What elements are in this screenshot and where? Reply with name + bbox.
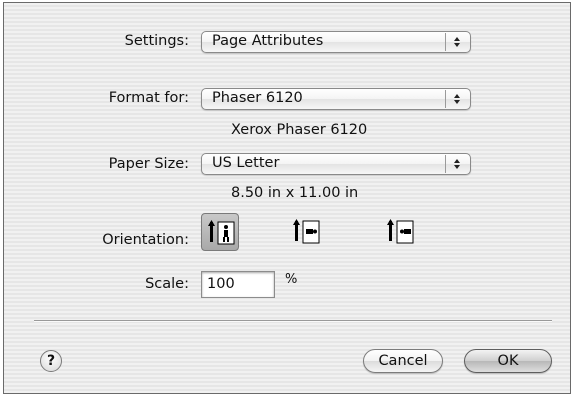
settings-label: Settings:	[124, 33, 189, 49]
settings-popup-value: Page Attributes	[212, 33, 324, 49]
landscape-right-orientation-icon	[387, 219, 414, 244]
printer-description: Xerox Phaser 6120	[231, 122, 368, 138]
page-setup-dialog: Settings: Page Attributes Format for: Ph…	[3, 2, 571, 394]
popup-arrows-icon	[445, 90, 468, 108]
orientation-label: Orientation:	[102, 232, 189, 248]
divider	[34, 320, 552, 322]
ok-button[interactable]: OK	[464, 349, 552, 373]
orientation-landscape-right-button[interactable]	[381, 213, 419, 251]
portrait-orientation-icon	[208, 220, 235, 245]
orientation-landscape-left-button[interactable]	[287, 213, 325, 251]
paper-size-popup-value: US Letter	[212, 155, 280, 171]
format-for-popup[interactable]: Phaser 6120	[201, 88, 471, 110]
popup-arrows-icon	[445, 33, 468, 51]
scale-input[interactable]: 100	[201, 271, 275, 298]
landscape-left-orientation-icon	[293, 219, 320, 244]
scale-label: Scale:	[145, 276, 189, 292]
help-button[interactable]: ?	[40, 350, 62, 372]
paper-size-popup[interactable]: US Letter	[201, 153, 471, 175]
paper-size-label: Paper Size:	[108, 156, 189, 172]
orientation-portrait-button[interactable]	[201, 213, 239, 251]
settings-popup[interactable]: Page Attributes	[201, 31, 471, 53]
scale-unit: %	[285, 272, 298, 287]
format-for-popup-value: Phaser 6120	[212, 90, 303, 106]
cancel-button[interactable]: Cancel	[363, 349, 443, 373]
paper-dimensions: 8.50 in x 11.00 in	[231, 185, 359, 201]
format-for-label: Format for:	[108, 90, 189, 106]
popup-arrows-icon	[445, 155, 468, 173]
